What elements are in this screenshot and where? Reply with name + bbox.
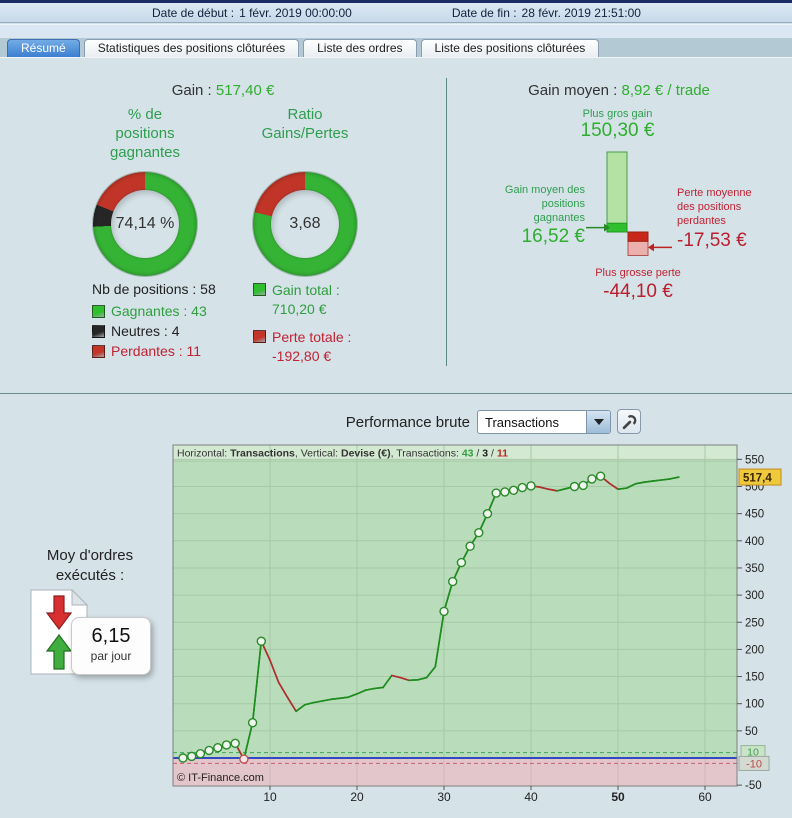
positions-legend: Nb de positions : 58 Gagnantes : 43 Neut…: [92, 281, 216, 361]
svg-text:© IT-Finance.com: © IT-Finance.com: [177, 772, 264, 784]
performance-title: Performance brute: [345, 414, 470, 431]
svg-text:550: 550: [745, 454, 764, 466]
totals-legend: Gain total : 710,20 € Perte totale : -19…: [253, 281, 351, 375]
tab-resume[interactable]: Résumé: [7, 39, 80, 57]
green-square-icon: [92, 304, 105, 318]
avg-loss-value: -17,53 €: [677, 230, 747, 251]
perte-totale-label: Perte totale :: [272, 329, 352, 345]
biggest-loss-value: -44,10 €: [603, 281, 673, 302]
dark-square-icon: [92, 324, 105, 338]
header-spacer: [0, 24, 792, 38]
svg-text:50: 50: [611, 790, 625, 804]
svg-text:-50: -50: [745, 780, 762, 792]
svg-text:20: 20: [350, 790, 364, 804]
biggest-loss-label: Plus grosse perte: [595, 267, 681, 279]
gain-value: 517,40 €: [215, 82, 275, 99]
avg-loss-label: Perte moyenne des positions perdantes: [677, 187, 752, 227]
date-end-label: Date de fin :: [451, 5, 517, 20]
gain-title: Gain : 517,40 €: [0, 82, 446, 99]
tab-bar: Résumé Statistiques des positions clôtur…: [0, 38, 792, 57]
svg-text:Horizontal: Transactions, Vert: Horizontal: Transactions, Vertical: Devi…: [177, 448, 508, 460]
svg-text:200: 200: [745, 644, 764, 656]
performance-line-chart: © IT-Finance.com550500450400350300250200…: [172, 444, 782, 804]
gain-label: Gain :: [171, 82, 212, 99]
svg-text:10: 10: [263, 790, 277, 804]
date-start-label: Date de début :: [152, 5, 235, 20]
ratio-title: Ratio Gains/Pertes: [261, 106, 349, 142]
horizontal-separator: [0, 393, 792, 394]
winrate-center-value: 74,14 %: [115, 215, 175, 232]
date-range-bar: Date de début : 1 févr. 2019 00:00:00 Da…: [0, 3, 792, 23]
svg-text:100: 100: [745, 699, 764, 711]
perte-totale-row: Perte totale : -192,80 €: [253, 328, 351, 366]
gain-moyen-value: 8,92 € / trade: [621, 82, 710, 99]
chevron-down-icon: [593, 419, 604, 425]
winrate-donut-chart: 74,14 %: [93, 172, 197, 276]
svg-text:517,4: 517,4: [743, 473, 772, 485]
date-end-value: 28 févr. 2019 21:51:00: [521, 5, 641, 20]
series-dropdown-value[interactable]: Transactions: [478, 411, 586, 433]
green-square-icon: [253, 283, 266, 296]
perte-totale-value: -192,80 €: [272, 348, 332, 364]
tab-statistiques-positions[interactable]: Statistiques des positions clôturées: [83, 39, 300, 57]
legend-row-neutres: Neutres : 4: [92, 321, 216, 341]
legend-row-perdantes: Perdantes : 11: [92, 341, 216, 361]
svg-text:400: 400: [745, 536, 764, 548]
avg-win-label: Gain moyen des positions gagnantes: [504, 184, 585, 224]
svg-text:450: 450: [745, 509, 764, 521]
svg-text:150: 150: [745, 672, 764, 684]
red-square-icon: [92, 344, 105, 358]
svg-text:300: 300: [745, 590, 764, 602]
tab-liste-ordres[interactable]: Liste des ordres: [303, 39, 417, 57]
svg-text:40: 40: [524, 790, 538, 804]
series-dropdown[interactable]: Transactions: [477, 410, 611, 434]
svg-text:50: 50: [745, 726, 758, 738]
date-start-value: 1 févr. 2019 00:00:00: [239, 5, 352, 20]
biggest-gain-value: 150,30 €: [580, 120, 655, 141]
wrench-icon: [622, 414, 637, 429]
tab-liste-positions[interactable]: Liste des positions clôturées: [420, 39, 600, 57]
gain-total-label: Gain total :: [272, 282, 340, 298]
gain-moyen-label: Gain moyen :: [528, 82, 618, 99]
red-square-icon: [253, 330, 266, 343]
positions-total: Nb de positions : 58: [92, 281, 216, 297]
avg-win-value: 16,52 €: [521, 226, 585, 247]
chart-settings-button[interactable]: [617, 409, 641, 434]
svg-text:60: 60: [698, 790, 712, 804]
dropdown-button[interactable]: [586, 411, 610, 433]
date-start: Date de début : 1 févr. 2019 00:00:00: [152, 6, 352, 20]
svg-text:-10: -10: [746, 758, 762, 770]
gain-total-value: 710,20 €: [272, 301, 327, 317]
gain-moyen-title: Gain moyen : 8,92 € / trade: [446, 82, 792, 99]
ratio-donut-chart: 3,68: [253, 172, 357, 276]
winrate-title: % de positions gagnantes: [109, 106, 181, 161]
date-end: Date de fin : 28 févr. 2019 21:51:00: [452, 6, 641, 20]
svg-text:250: 250: [745, 617, 764, 629]
biggest-gain-label: Plus gros gain: [582, 108, 653, 120]
svg-text:350: 350: [745, 563, 764, 575]
trading-report-window: Date de début : 1 févr. 2019 00:00:00 Da…: [0, 0, 792, 818]
svg-text:30: 30: [437, 790, 451, 804]
gain-total-row: Gain total : 710,20 €: [253, 281, 351, 319]
ratio-center-value: 3,68: [289, 215, 321, 232]
legend-row-gagnantes: Gagnantes : 43: [92, 301, 216, 321]
